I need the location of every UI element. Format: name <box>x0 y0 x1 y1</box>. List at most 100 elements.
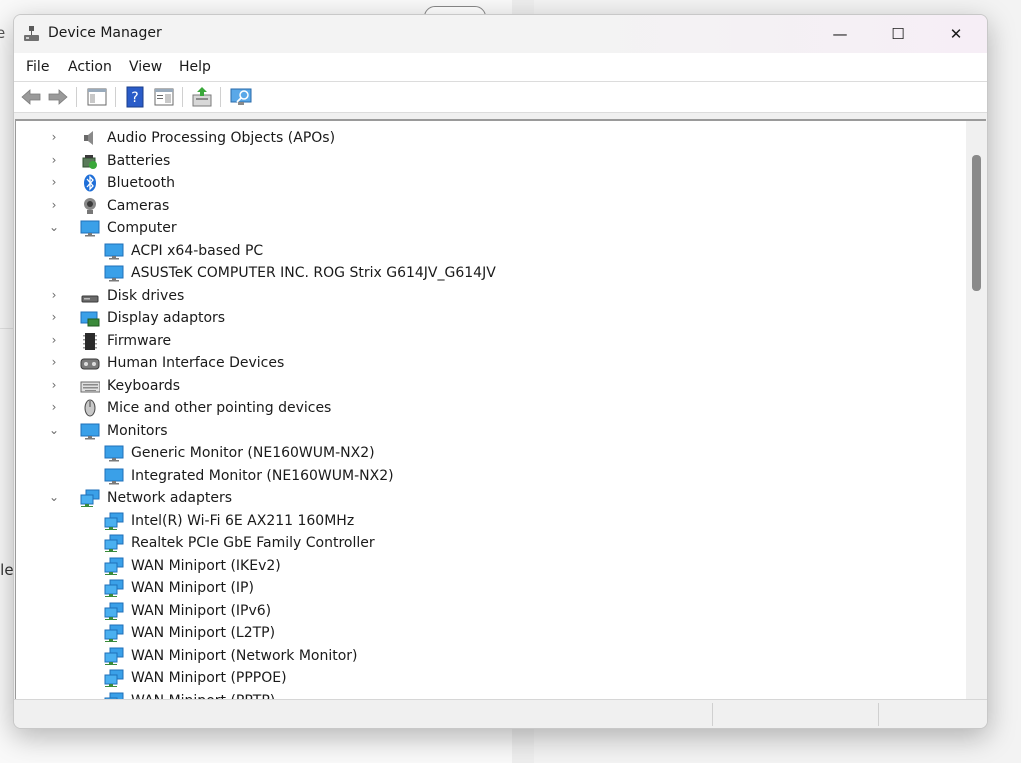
tree-item-label: WAN Miniport (Network Monitor) <box>131 647 358 664</box>
network-adapter-icon <box>104 692 124 699</box>
speaker-icon <box>84 131 93 145</box>
tree-device-item[interactable]: WAN Miniport (PPPOE) <box>16 667 956 689</box>
tree-item-label: Cameras <box>107 197 170 214</box>
device-tree-frame: › Audio Processing Objects (APOs) › Batteri… <box>15 119 986 699</box>
battery-icon <box>82 154 97 169</box>
tree-device-item[interactable]: WAN Miniport (L2TP) <box>16 622 956 644</box>
show-hide-console-tree-icon[interactable] <box>86 86 108 108</box>
monitor-icon <box>80 423 100 439</box>
tree-item-label: Intel(R) Wi-Fi 6E AX211 160MHz <box>131 512 355 529</box>
tree-device-item[interactable]: WAN Miniport (IP) <box>16 577 956 599</box>
tree-device-item[interactable]: Generic Monitor (NE160WUM-NX2) <box>16 442 956 464</box>
help-icon[interactable]: ? <box>124 86 146 108</box>
chevron-right-icon[interactable]: › <box>48 377 60 393</box>
back-arrow-icon[interactable] <box>20 86 42 108</box>
chevron-right-icon[interactable]: › <box>48 197 60 213</box>
tree-category-item[interactable]: › Bluetooth <box>16 172 956 194</box>
chevron-right-icon[interactable]: › <box>48 129 60 145</box>
toolbar-separator <box>76 87 77 107</box>
disk-drive-icon <box>81 295 99 302</box>
monitor-icon <box>104 243 124 259</box>
tree-category-item[interactable]: › Mice and other pointing devices <box>16 397 956 419</box>
tree-device-item[interactable]: ASUSTeK COMPUTER INC. ROG Strix G614JV_G… <box>16 262 956 284</box>
device-manager-window: Device Manager — ☐ ✕ File Action View He… <box>13 14 988 729</box>
network-adapter-icon <box>104 579 124 597</box>
menu-help[interactable]: Help <box>179 59 211 75</box>
tree-item-label: Network adapters <box>107 490 232 506</box>
chevron-right-icon[interactable]: › <box>48 354 60 370</box>
tree-device-item[interactable]: WAN Miniport (Network Monitor) <box>16 645 956 667</box>
network-adapter-icon <box>104 624 124 642</box>
tree-item-label: Disk drives <box>107 287 185 304</box>
tree-item-label: Audio Processing Objects (APOs) <box>107 130 336 146</box>
tree-device-item[interactable]: Realtek PCIe GbE Family Controller <box>16 532 956 554</box>
properties-icon[interactable] <box>153 86 175 108</box>
network-adapter-icon <box>104 557 124 575</box>
tree-item-label: Computer <box>107 220 177 236</box>
background-text-fragment: e <box>0 24 6 42</box>
network-adapter-icon <box>104 669 124 687</box>
menu-file[interactable]: File <box>26 59 49 75</box>
title-bar[interactable]: Device Manager — ☐ ✕ <box>14 15 987 53</box>
chevron-right-icon[interactable]: › <box>48 399 60 415</box>
device-tree[interactable]: › Audio Processing Objects (APOs) › Batteri… <box>16 121 966 699</box>
chevron-down-icon[interactable]: ⌄ <box>48 219 60 235</box>
mouse-icon <box>84 399 96 417</box>
menu-view[interactable]: View <box>129 59 162 75</box>
tree-device-item[interactable]: ACPI x64-based PC <box>16 240 956 262</box>
bluetooth-icon <box>84 174 96 192</box>
tree-item-label: Integrated Monitor (NE160WUM-NX2) <box>131 467 394 484</box>
tree-category-item[interactable]: › Firmware <box>16 330 956 352</box>
tree-item-label: Firmware <box>107 332 172 349</box>
tree-category-item[interactable]: ⌄ Monitors <box>16 420 956 442</box>
tree-category-item[interactable]: › Human Interface Devices <box>16 352 956 374</box>
minimize-button[interactable]: — <box>811 15 869 53</box>
menu-action[interactable]: Action <box>68 59 112 75</box>
tree-device-item[interactable]: WAN Miniport (PPTP) <box>16 690 956 699</box>
window-title: Device Manager <box>48 25 162 41</box>
toolbar-separator <box>115 87 116 107</box>
network-adapter-icon <box>104 602 124 620</box>
tree-category-item[interactable]: › Batteries <box>16 150 956 172</box>
monitor-icon <box>80 220 100 237</box>
close-button[interactable]: ✕ <box>927 15 985 53</box>
tree-device-item[interactable]: Intel(R) Wi-Fi 6E AX211 160MHz <box>16 510 956 532</box>
forward-arrow-icon[interactable] <box>47 86 69 108</box>
chevron-down-icon[interactable]: ⌄ <box>48 489 60 505</box>
tree-item-label: WAN Miniport (IPv6) <box>131 602 272 619</box>
tree-item-label: Bluetooth <box>107 175 175 191</box>
tree-item-label: Keyboards <box>107 377 181 394</box>
scrollbar-thumb[interactable] <box>972 155 981 291</box>
status-bar-separator <box>878 703 879 726</box>
status-bar <box>14 699 987 728</box>
tree-category-item[interactable]: › Keyboards <box>16 375 956 397</box>
tree-category-item[interactable]: ⌄ Computer <box>16 217 956 239</box>
chevron-down-icon[interactable]: ⌄ <box>48 422 60 438</box>
tree-device-item[interactable]: WAN Miniport (IPv6) <box>16 600 956 622</box>
tree-item-label: ASUSTeK COMPUTER INC. ROG Strix G614JV_G… <box>131 265 496 281</box>
chevron-right-icon[interactable]: › <box>48 332 60 348</box>
tree-item-label: Batteries <box>107 152 171 169</box>
tree-category-item[interactable]: › Display adaptors <box>16 307 956 329</box>
tree-item-label: ACPI x64-based PC <box>131 242 264 259</box>
tree-device-item[interactable]: WAN Miniport (IKEv2) <box>16 555 956 577</box>
chevron-right-icon[interactable]: › <box>48 174 60 190</box>
tree-item-label: Display adaptors <box>107 310 226 326</box>
tree-category-item[interactable]: ⌄ Network adapters <box>16 487 956 509</box>
camera-icon <box>84 197 96 214</box>
hid-icon <box>80 358 100 370</box>
scan-hardware-changes-icon[interactable] <box>230 86 252 108</box>
maximize-button[interactable]: ☐ <box>869 15 927 53</box>
chevron-right-icon[interactable]: › <box>48 152 60 168</box>
tree-category-item[interactable]: › Disk drives <box>16 285 956 307</box>
chevron-right-icon[interactable]: › <box>48 287 60 303</box>
tree-category-item[interactable]: › Cameras <box>16 195 956 217</box>
tree-category-item[interactable]: › Audio Processing Objects (APOs) <box>16 127 956 149</box>
update-driver-icon[interactable] <box>191 86 213 108</box>
toolbar-separator <box>220 87 221 107</box>
status-bar-separator <box>712 703 713 726</box>
tree-item-label: Human Interface Devices <box>107 355 285 371</box>
vertical-scrollbar[interactable] <box>966 121 986 699</box>
tree-device-item[interactable]: Integrated Monitor (NE160WUM-NX2) <box>16 465 956 487</box>
chevron-right-icon[interactable]: › <box>48 309 60 325</box>
